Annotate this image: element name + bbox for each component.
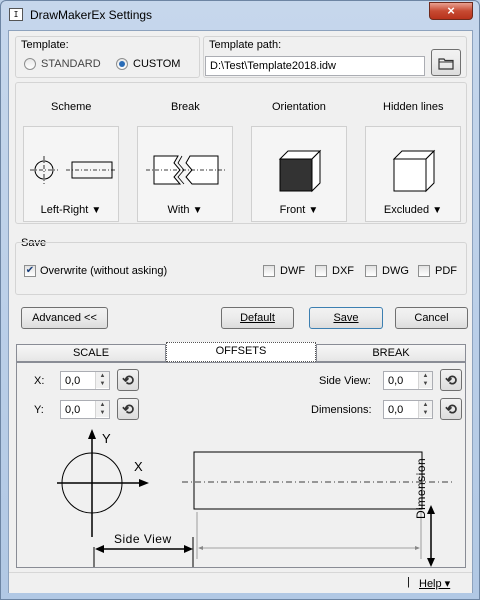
tab-break[interactable]: BREAK [316,344,466,362]
y-offset-value[interactable]: 0,0 [65,404,80,416]
scheme-selector[interactable]: Left-Right ▼ [23,126,119,222]
overwrite-checkbox[interactable]: ✔ [24,265,36,277]
dimensions-reset-button[interactable]: ⟲ [440,398,462,420]
dwf-checkbox[interactable] [263,265,275,277]
template-path-input[interactable]: D:\Test\Template2018.idw [205,56,425,76]
y-offset-stepper[interactable]: 0,0 ▲ ▼ [60,400,110,419]
y-axis-label: Y [102,431,111,446]
side-view-offset-label: Side View: [319,375,371,387]
side-view-label: Side View [114,532,172,546]
dropdown-arrow-icon: ▼ [192,205,203,216]
break-header: Break [171,101,200,113]
offsets-panel: X: 0,0 ▲ ▼ ⟲ Y: 0,0 ▲ ▼ ⟲ Side View: 0,0 ▲… [16,362,466,568]
save-button[interactable]: Save [309,307,383,329]
folder-icon [438,58,454,70]
title-bar[interactable]: I DrawMakerEx Settings × [1,1,479,29]
orientation-header: Orientation [272,101,326,113]
status-bar: | Help ▾ [9,572,472,593]
dimensions-offset-value[interactable]: 0,0 [388,404,403,416]
custom-radio-label[interactable]: CUSTOM [133,58,180,70]
cube-icon [392,149,436,193]
hidden-lines-value[interactable]: Excluded ▼ [366,204,460,216]
browse-folder-button[interactable] [431,49,461,76]
settings-window: I DrawMakerEx Settings × Template: STAND… [0,0,480,600]
dropdown-arrow-icon: ▼ [432,205,443,216]
tab-offsets[interactable]: OFFSETS [166,342,316,362]
default-button[interactable]: Default [221,307,294,329]
cancel-button[interactable]: Cancel [395,307,468,329]
dwf-label[interactable]: DWF [280,265,305,277]
side-view-spin-arrows[interactable]: ▲ ▼ [418,372,432,389]
scheme-value[interactable]: Left-Right ▼ [24,204,118,216]
dimensions-offset-label: Dimensions: [311,404,372,416]
help-menu[interactable]: Help ▾ [419,577,450,590]
dimension-label: Dimension [414,457,428,519]
scheme-header: Scheme [51,101,92,113]
pdf-checkbox[interactable] [418,265,430,277]
dxf-label[interactable]: DXF [332,265,354,277]
status-separator: | [407,576,410,588]
dwg-checkbox[interactable] [365,265,377,277]
dwg-label[interactable]: DWG [382,265,409,277]
x-offset-value[interactable]: 0,0 [65,375,80,387]
dropdown-arrow-icon: ▼ [308,205,319,216]
template-label: Template: [21,39,69,51]
y-offset-spin-arrows[interactable]: ▲ ▼ [95,401,109,418]
side-view-offset-value[interactable]: 0,0 [388,375,403,387]
pdf-label[interactable]: PDF [435,265,457,277]
dropdown-arrow-icon: ▼ [91,205,102,216]
hidden-lines-header: Hidden lines [383,101,444,113]
hidden-lines-selector[interactable]: Excluded ▼ [365,126,461,222]
x-reset-button[interactable]: ⟲ [117,369,139,391]
break-value[interactable]: With ▼ [138,204,232,216]
tab-scale[interactable]: SCALE [16,344,166,362]
side-view-reset-button[interactable]: ⟲ [440,369,462,391]
close-button[interactable]: × [429,2,473,20]
offsets-diagram [57,429,452,567]
orientation-selector[interactable]: Front ▼ [251,126,347,222]
standard-radio[interactable] [24,58,36,70]
x-offset-label: X: [34,375,45,387]
template-path-label: Template path: [209,39,282,51]
dimensions-spin-arrows[interactable]: ▲ ▼ [418,401,432,418]
window-title: DrawMakerEx Settings [30,8,153,22]
side-view-offset-stepper[interactable]: 0,0 ▲ ▼ [383,371,433,390]
front-cube-icon [278,149,322,193]
x-offset-stepper[interactable]: 0,0 ▲ ▼ [60,371,110,390]
y-offset-label: Y: [34,404,44,416]
dimensions-offset-stepper[interactable]: 0,0 ▲ ▼ [383,400,433,419]
advanced-button[interactable]: Advanced << [21,307,108,329]
x-axis-label: X [134,459,143,474]
dxf-checkbox[interactable] [315,265,327,277]
x-offset-spin-arrows[interactable]: ▲ ▼ [95,372,109,389]
app-icon: I [9,8,23,21]
break-icon [146,155,226,185]
custom-radio[interactable] [116,58,128,70]
overwrite-label[interactable]: Overwrite (without asking) [40,265,167,277]
left-right-scheme-icon [30,156,116,184]
break-selector[interactable]: With ▼ [137,126,233,222]
y-reset-button[interactable]: ⟲ [117,398,139,420]
standard-radio-label[interactable]: STANDARD [41,58,101,70]
dialog-body: Template: STANDARD CUSTOM Template path:… [8,30,473,593]
orientation-value[interactable]: Front ▼ [252,204,346,216]
